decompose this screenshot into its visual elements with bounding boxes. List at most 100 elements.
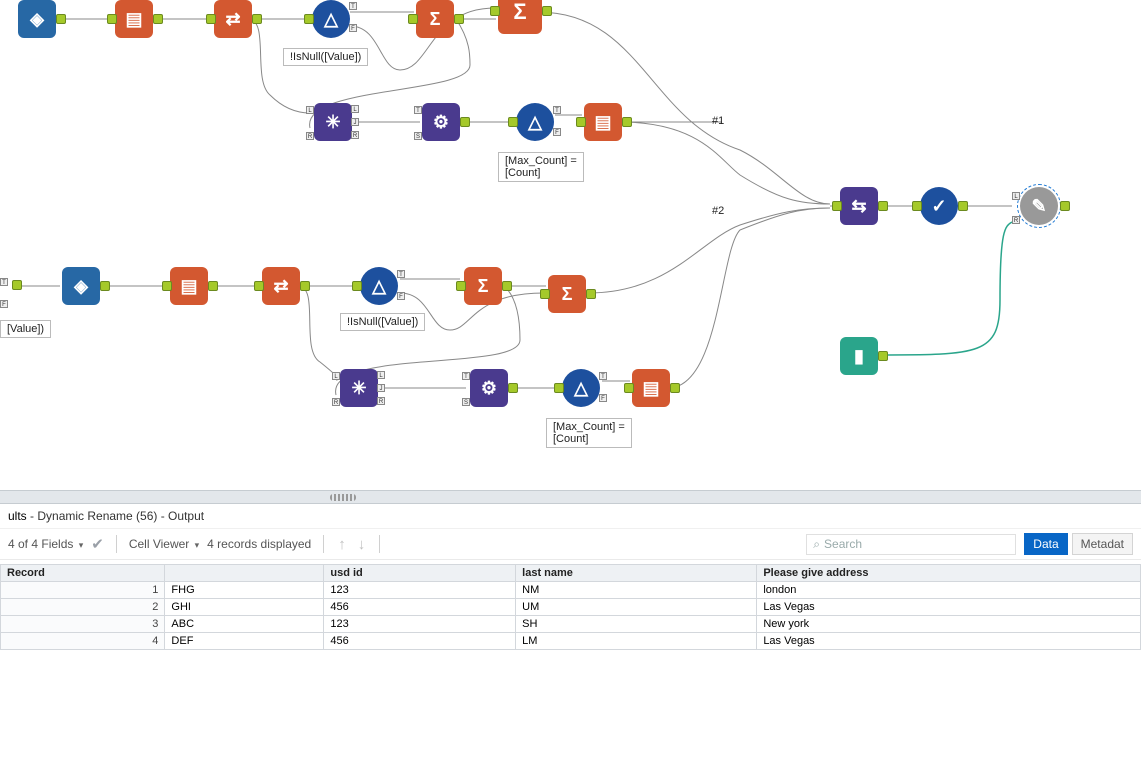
separator	[379, 535, 380, 553]
port	[576, 117, 586, 127]
port	[912, 201, 922, 211]
join-out: J	[351, 118, 359, 126]
col-usd-id[interactable]: usd id	[324, 565, 516, 582]
tab-data[interactable]: Data	[1024, 533, 1067, 555]
left-anchor: L	[332, 372, 340, 380]
port	[542, 6, 552, 16]
port	[624, 383, 634, 393]
cell[interactable]: 123	[324, 582, 516, 599]
arrow-up-icon[interactable]: ↑	[336, 536, 348, 553]
filter-annotation: [Max_Count] = [Count]	[498, 152, 584, 182]
col-record[interactable]: Record	[1, 565, 165, 582]
summarize-tool[interactable]: Σ	[416, 0, 454, 38]
cell-viewer-dropdown[interactable]: Cell Viewer ▾	[129, 537, 199, 551]
port	[153, 14, 163, 24]
cell[interactable]: LM	[516, 633, 757, 650]
select-tool[interactable]: ▤	[115, 0, 153, 38]
join-out: J	[377, 384, 385, 392]
filter-annotation: [Max_Count] = [Count]	[546, 418, 632, 448]
results-grid[interactable]: Record usd id last name Please give addr…	[0, 564, 1141, 650]
left-out: L	[377, 371, 385, 379]
cell[interactable]: london	[757, 582, 1141, 599]
port	[206, 14, 216, 24]
header-row: Record usd id last name Please give addr…	[1, 565, 1141, 582]
cell[interactable]: FHG	[165, 582, 324, 599]
port	[352, 281, 362, 291]
col-address[interactable]: Please give address	[757, 565, 1141, 582]
s-anchor: S	[462, 398, 470, 406]
t-anchor: T	[462, 372, 470, 380]
false-anchor: F	[349, 24, 357, 32]
col-blank[interactable]	[165, 565, 324, 582]
filter-tool[interactable]: △	[360, 267, 398, 305]
fields-dropdown[interactable]: 4 of 4 Fields ▾	[8, 537, 83, 551]
filter-tool[interactable]: △	[562, 369, 600, 407]
f-anchor: F	[0, 300, 8, 308]
arrow-down-icon[interactable]: ↓	[356, 536, 368, 553]
table-row[interactable]: 2 GHI 456 UM Las Vegas	[1, 599, 1141, 616]
cell[interactable]: 123	[324, 616, 516, 633]
true-anchor: T	[553, 106, 561, 114]
unique-tool[interactable]: ✓	[920, 187, 958, 225]
cell[interactable]: Las Vegas	[757, 599, 1141, 616]
join-tool[interactable]: ✳	[340, 369, 378, 407]
cell-rownum: 3	[1, 616, 165, 633]
tab-metadata[interactable]: Metadat	[1072, 533, 1133, 555]
table-row[interactable]: 1 FHG 123 NM london	[1, 582, 1141, 599]
input-tool[interactable]: ◈	[18, 0, 56, 38]
select-tool[interactable]: ▤	[170, 267, 208, 305]
search-input[interactable]: ⌕ Search	[806, 534, 1016, 555]
panel-splitter[interactable]	[0, 490, 1141, 504]
cell[interactable]: SH	[516, 616, 757, 633]
right-anchor: R	[332, 398, 340, 406]
cell[interactable]: ABC	[165, 616, 324, 633]
right-anchor: R	[1012, 216, 1020, 224]
false-anchor: F	[599, 394, 607, 402]
transpose-tool[interactable]: ⇄	[262, 267, 300, 305]
summarize-tool-large[interactable]: Σ	[498, 0, 542, 34]
false-anchor: F	[397, 292, 405, 300]
summarize-tool[interactable]: Σ	[548, 275, 586, 313]
true-anchor: T	[349, 2, 357, 10]
false-anchor: F	[553, 128, 561, 136]
port	[958, 201, 968, 211]
formula-tool[interactable]: ⚙	[422, 103, 460, 141]
port	[670, 383, 680, 393]
macro-input-tool[interactable]: ▮	[840, 337, 878, 375]
path-label-2: #2	[712, 205, 724, 217]
title-lead: ults	[8, 509, 27, 523]
input-tool[interactable]: ◈	[62, 267, 100, 305]
workflow-canvas[interactable]: ◈ ▤ ⇄ △ T F !IsNull([Value]) Σ Σ ✳ L R L…	[0, 0, 1141, 490]
port	[878, 351, 888, 361]
check-icon[interactable]: ✔	[91, 535, 104, 553]
port	[554, 383, 564, 393]
transpose-tool[interactable]: ⇄	[214, 0, 252, 38]
summarize-tool[interactable]: Σ	[464, 267, 502, 305]
cell[interactable]: 456	[324, 633, 516, 650]
select-tool[interactable]: ▤	[584, 103, 622, 141]
table-row[interactable]: 4 DEF 456 LM Las Vegas	[1, 633, 1141, 650]
port	[100, 281, 110, 291]
table-row[interactable]: 3 ABC 123 SH New york	[1, 616, 1141, 633]
cell[interactable]: GHI	[165, 599, 324, 616]
cell[interactable]: NM	[516, 582, 757, 599]
port	[12, 280, 22, 290]
port	[540, 289, 550, 299]
filter-tool[interactable]: △	[312, 0, 350, 38]
cell[interactable]: New york	[757, 616, 1141, 633]
cell[interactable]: DEF	[165, 633, 324, 650]
title-rest: - Dynamic Rename (56) - Output	[27, 509, 204, 523]
formula-tool[interactable]: ⚙	[470, 369, 508, 407]
select-tool[interactable]: ▤	[632, 369, 670, 407]
filter-tool[interactable]: △	[516, 103, 554, 141]
port	[252, 14, 262, 24]
records-summary: 4 records displayed	[207, 537, 311, 551]
dynamic-rename-tool[interactable]: ⇆	[840, 187, 878, 225]
cell[interactable]: Las Vegas	[757, 633, 1141, 650]
col-last-name[interactable]: last name	[516, 565, 757, 582]
cell[interactable]: UM	[516, 599, 757, 616]
cell[interactable]: 456	[324, 599, 516, 616]
port	[304, 14, 314, 24]
join-tool[interactable]: ✳	[314, 103, 352, 141]
browse-tool[interactable]: ✎	[1020, 187, 1058, 225]
